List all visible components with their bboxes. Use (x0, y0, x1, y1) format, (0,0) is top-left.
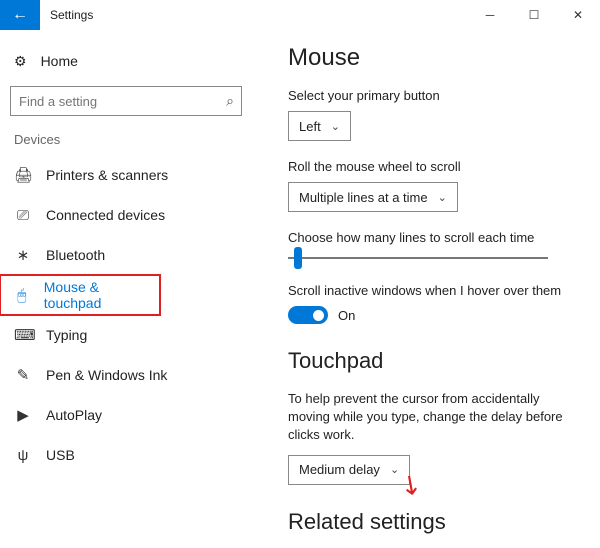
roll-wheel-value: Multiple lines at a time (299, 190, 428, 205)
sidebar-item-label: Pen & Windows Ink (46, 367, 167, 383)
touchpad-delay-select[interactable]: Medium delay ⌄ (288, 455, 410, 485)
roll-wheel-select[interactable]: Multiple lines at a time ⌄ (288, 182, 458, 212)
sidebar-item-label: Bluetooth (46, 247, 105, 263)
bluetooth-icon: ∗ (14, 246, 32, 264)
maximize-button[interactable]: ☐ (512, 0, 556, 30)
sidebar-item-label: Printers & scanners (46, 167, 168, 183)
touchpad-delay-value: Medium delay (299, 462, 380, 477)
inactive-windows-state: On (338, 308, 355, 323)
sidebar-item-autoplay[interactable]: ▶ AutoPlay (0, 395, 252, 435)
mouse-heading: Mouse (288, 44, 580, 72)
sidebar-item-pen[interactable]: ✎ Pen & Windows Ink (0, 355, 252, 395)
primary-button-value: Left (299, 119, 321, 134)
touchpad-desc: To help prevent the cursor from accident… (288, 390, 580, 445)
window-title: Settings (50, 8, 93, 22)
search-icon: ⌕ (226, 93, 234, 110)
related-heading: Related settings (288, 509, 580, 535)
content: Mouse Select your primary button Left ⌄ … (252, 30, 600, 548)
search-input[interactable] (10, 86, 242, 116)
primary-button-select[interactable]: Left ⌄ (288, 111, 351, 141)
sidebar: ⚙ Home ⌕ Devices 🖨 Printers & scanners ⎚… (0, 30, 252, 548)
touchpad-heading: Touchpad (288, 348, 580, 374)
gear-icon: ⚙ (14, 53, 27, 70)
slider-thumb[interactable] (294, 247, 302, 269)
sidebar-item-label: USB (46, 447, 75, 463)
titlebar: ← Settings ─ ☐ ✕ (0, 0, 600, 30)
sidebar-item-typing[interactable]: ⌨ Typing (0, 315, 252, 355)
window-controls: ─ ☐ ✕ (468, 0, 600, 30)
maximize-icon: ☐ (529, 8, 540, 22)
pen-icon: ✎ (14, 366, 32, 384)
sidebar-item-usb[interactable]: ψ USB (0, 435, 252, 475)
lines-scroll-label: Choose how many lines to scroll each tim… (288, 230, 580, 245)
inactive-windows-label: Scroll inactive windows when I hover ove… (288, 283, 580, 298)
usb-icon: ψ (14, 447, 32, 464)
sidebar-section-label: Devices (0, 126, 252, 155)
keyboard-icon: ⌨ (14, 326, 32, 344)
minimize-icon: ─ (486, 8, 495, 22)
chevron-down-icon: ⌄ (438, 191, 447, 204)
lines-scroll-slider[interactable] (288, 257, 548, 259)
roll-wheel-label: Roll the mouse wheel to scroll (288, 159, 580, 174)
arrow-left-icon: ← (12, 6, 28, 24)
inactive-windows-toggle[interactable] (288, 306, 328, 324)
toggle-knob (313, 310, 324, 321)
sidebar-item-label: Typing (46, 327, 87, 343)
autoplay-icon: ▶ (14, 406, 32, 424)
sidebar-item-mouse[interactable]: 🖱 Mouse & touchpad (0, 275, 160, 315)
sidebar-home-label: Home (41, 53, 78, 69)
chevron-down-icon: ⌄ (390, 463, 399, 476)
sidebar-home[interactable]: ⚙ Home (0, 42, 252, 80)
sidebar-item-label: AutoPlay (46, 407, 102, 423)
sidebar-item-bluetooth[interactable]: ∗ Bluetooth (0, 235, 252, 275)
mouse-icon: 🖱 (14, 287, 30, 304)
close-button[interactable]: ✕ (556, 0, 600, 30)
back-button[interactable]: ← (0, 0, 40, 30)
devices-icon: ⎚ (14, 207, 32, 224)
chevron-down-icon: ⌄ (331, 120, 340, 133)
printer-icon: 🖨 (14, 166, 32, 184)
sidebar-item-connected[interactable]: ⎚ Connected devices (0, 195, 252, 235)
sidebar-item-label: Mouse & touchpad (44, 279, 146, 311)
sidebar-item-label: Connected devices (46, 207, 165, 223)
sidebar-item-printers[interactable]: 🖨 Printers & scanners (0, 155, 252, 195)
minimize-button[interactable]: ─ (468, 0, 512, 30)
close-icon: ✕ (573, 8, 583, 22)
primary-button-label: Select your primary button (288, 88, 580, 103)
